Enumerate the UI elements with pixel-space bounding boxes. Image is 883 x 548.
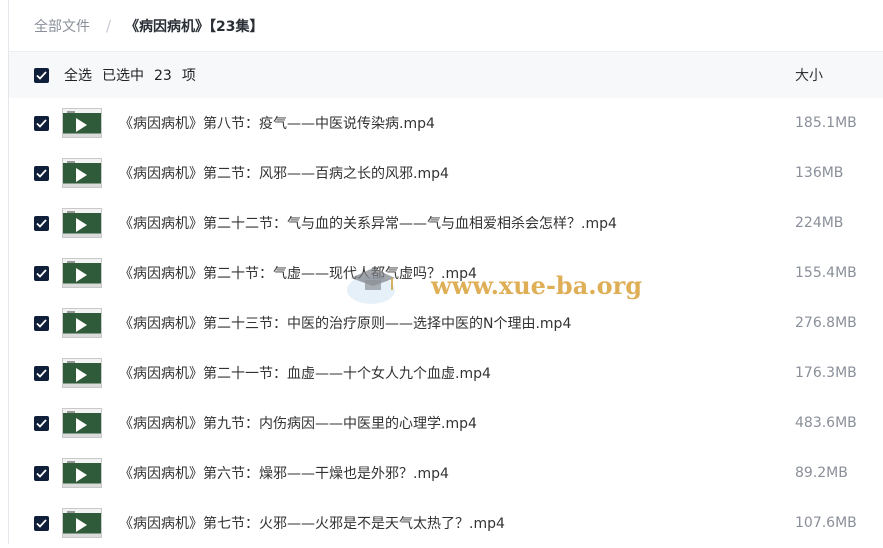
file-checkbox[interactable] (34, 115, 49, 131)
file-row[interactable]: 《病因病机》第七节：火邪——火邪是不是天气太热了？.mp4 107.6MB (9, 498, 883, 548)
file-size: 136MB (795, 165, 844, 181)
file-size: 185.1MB (795, 115, 857, 131)
file-checkbox[interactable] (34, 365, 49, 381)
file-size: 483.6MB (795, 415, 857, 431)
video-thumbnail[interactable] (62, 158, 102, 188)
file-row[interactable]: 《病因病机》第九节：内伤病因——中医里的心理学.mp4 483.6MB (9, 398, 883, 448)
file-checkbox[interactable] (34, 315, 49, 331)
check-icon (36, 418, 47, 428)
play-icon (76, 118, 87, 132)
check-icon (36, 70, 47, 80)
file-name[interactable]: 《病因病机》第二十二节：气与血的关系异常——气与血相爱相杀会怎样？.mp4 (119, 213, 617, 233)
play-icon (76, 418, 87, 432)
check-icon (36, 368, 47, 378)
video-thumbnail[interactable] (62, 458, 102, 488)
check-icon (36, 168, 47, 178)
selected-count: 23 (154, 68, 172, 84)
file-size: 155.4MB (795, 265, 857, 281)
check-icon (36, 318, 47, 328)
file-checkbox[interactable] (34, 165, 49, 181)
video-thumbnail[interactable] (62, 258, 102, 288)
check-icon (36, 118, 47, 128)
file-row[interactable]: 《病因病机》第二十三节：中医的治疗原则——选择中医的N个理由.mp4 276.8M… (9, 298, 883, 348)
check-icon (36, 468, 47, 478)
breadcrumb-separator: / (106, 16, 112, 35)
file-row[interactable]: 《病因病机》第二十节：气虚——现代人都气虚吗？.mp4 155.4MB (9, 248, 883, 298)
file-row[interactable]: 《病因病机》第二十一节：血虚——十个女人九个血虚.mp4 176.3MB (9, 348, 883, 398)
file-name[interactable]: 《病因病机》第六节：燥邪——干燥也是外邪？.mp4 (119, 463, 449, 483)
file-name[interactable]: 《病因病机》第二十节：气虚——现代人都气虚吗？.mp4 (119, 263, 477, 283)
file-size: 107.6MB (795, 515, 857, 531)
file-list: 《病因病机》第八节：疫气——中医说传染病.mp4 185.1MB 《病因病机》第二节… (9, 98, 883, 548)
file-checkbox[interactable] (34, 415, 49, 431)
file-size: 224MB (795, 215, 844, 231)
file-row[interactable]: 《病因病机》第八节：疫气——中医说传染病.mp4 185.1MB (9, 98, 883, 148)
play-icon (76, 468, 87, 482)
play-icon (76, 268, 87, 282)
size-column-header[interactable]: 大小 (795, 65, 823, 85)
list-header: 全选 已选中 23 项 大小 (9, 52, 883, 98)
file-name[interactable]: 《病因病机》第八节：疫气——中医说传染病.mp4 (119, 113, 435, 133)
file-size: 89.2MB (795, 465, 848, 481)
breadcrumb-current-folder: 《病因病机》【23集】 (125, 18, 264, 35)
play-icon (76, 518, 87, 532)
check-icon (36, 268, 47, 278)
file-row[interactable]: 《病因病机》第六节：燥邪——干燥也是外邪？.mp4 89.2MB (9, 448, 883, 498)
selected-prefix: 已选中 (102, 68, 144, 84)
file-row[interactable]: 《病因病机》第二十二节：气与血的关系异常——气与血相爱相杀会怎样？.mp4 224… (9, 198, 883, 248)
selection-summary: 全选 已选中 23 项 (64, 65, 206, 85)
file-row[interactable]: 《病因病机》第二节：风邪——百病之长的风邪.mp4 136MB (9, 148, 883, 198)
file-size: 176.3MB (795, 365, 857, 381)
video-thumbnail[interactable] (62, 108, 102, 138)
video-thumbnail[interactable] (62, 358, 102, 388)
check-icon (36, 218, 47, 228)
file-checkbox[interactable] (34, 515, 49, 531)
file-size: 276.8MB (795, 315, 857, 331)
play-icon (76, 368, 87, 382)
select-all-label[interactable]: 全选 (64, 68, 92, 84)
file-name[interactable]: 《病因病机》第九节：内伤病因——中医里的心理学.mp4 (119, 413, 477, 433)
video-thumbnail[interactable] (62, 308, 102, 338)
file-name[interactable]: 《病因病机》第七节：火邪——火邪是不是天气太热了？.mp4 (119, 513, 505, 533)
check-icon (36, 518, 47, 528)
play-icon (76, 218, 87, 232)
file-name[interactable]: 《病因病机》第二十一节：血虚——十个女人九个血虚.mp4 (119, 363, 491, 383)
video-thumbnail[interactable] (62, 408, 102, 438)
file-checkbox[interactable] (34, 265, 49, 281)
file-list-panel: 全部文件 / 《病因病机》【23集】 全选 已选中 23 项 大小 《病因病机》第八节… (8, 0, 883, 544)
play-icon (76, 168, 87, 182)
file-name[interactable]: 《病因病机》第二节：风邪——百病之长的风邪.mp4 (119, 163, 449, 183)
file-name[interactable]: 《病因病机》第二十三节：中医的治疗原则——选择中医的N个理由.mp4 (119, 313, 571, 333)
file-checkbox[interactable] (34, 215, 49, 231)
selected-suffix: 项 (181, 68, 196, 84)
video-thumbnail[interactable] (62, 208, 102, 238)
breadcrumb: 全部文件 / 《病因病机》【23集】 (9, 0, 883, 52)
play-icon (76, 318, 87, 332)
file-checkbox[interactable] (34, 465, 49, 481)
select-all-checkbox[interactable] (34, 67, 49, 83)
breadcrumb-root-link[interactable]: 全部文件 (34, 16, 90, 36)
video-thumbnail[interactable] (62, 508, 102, 538)
